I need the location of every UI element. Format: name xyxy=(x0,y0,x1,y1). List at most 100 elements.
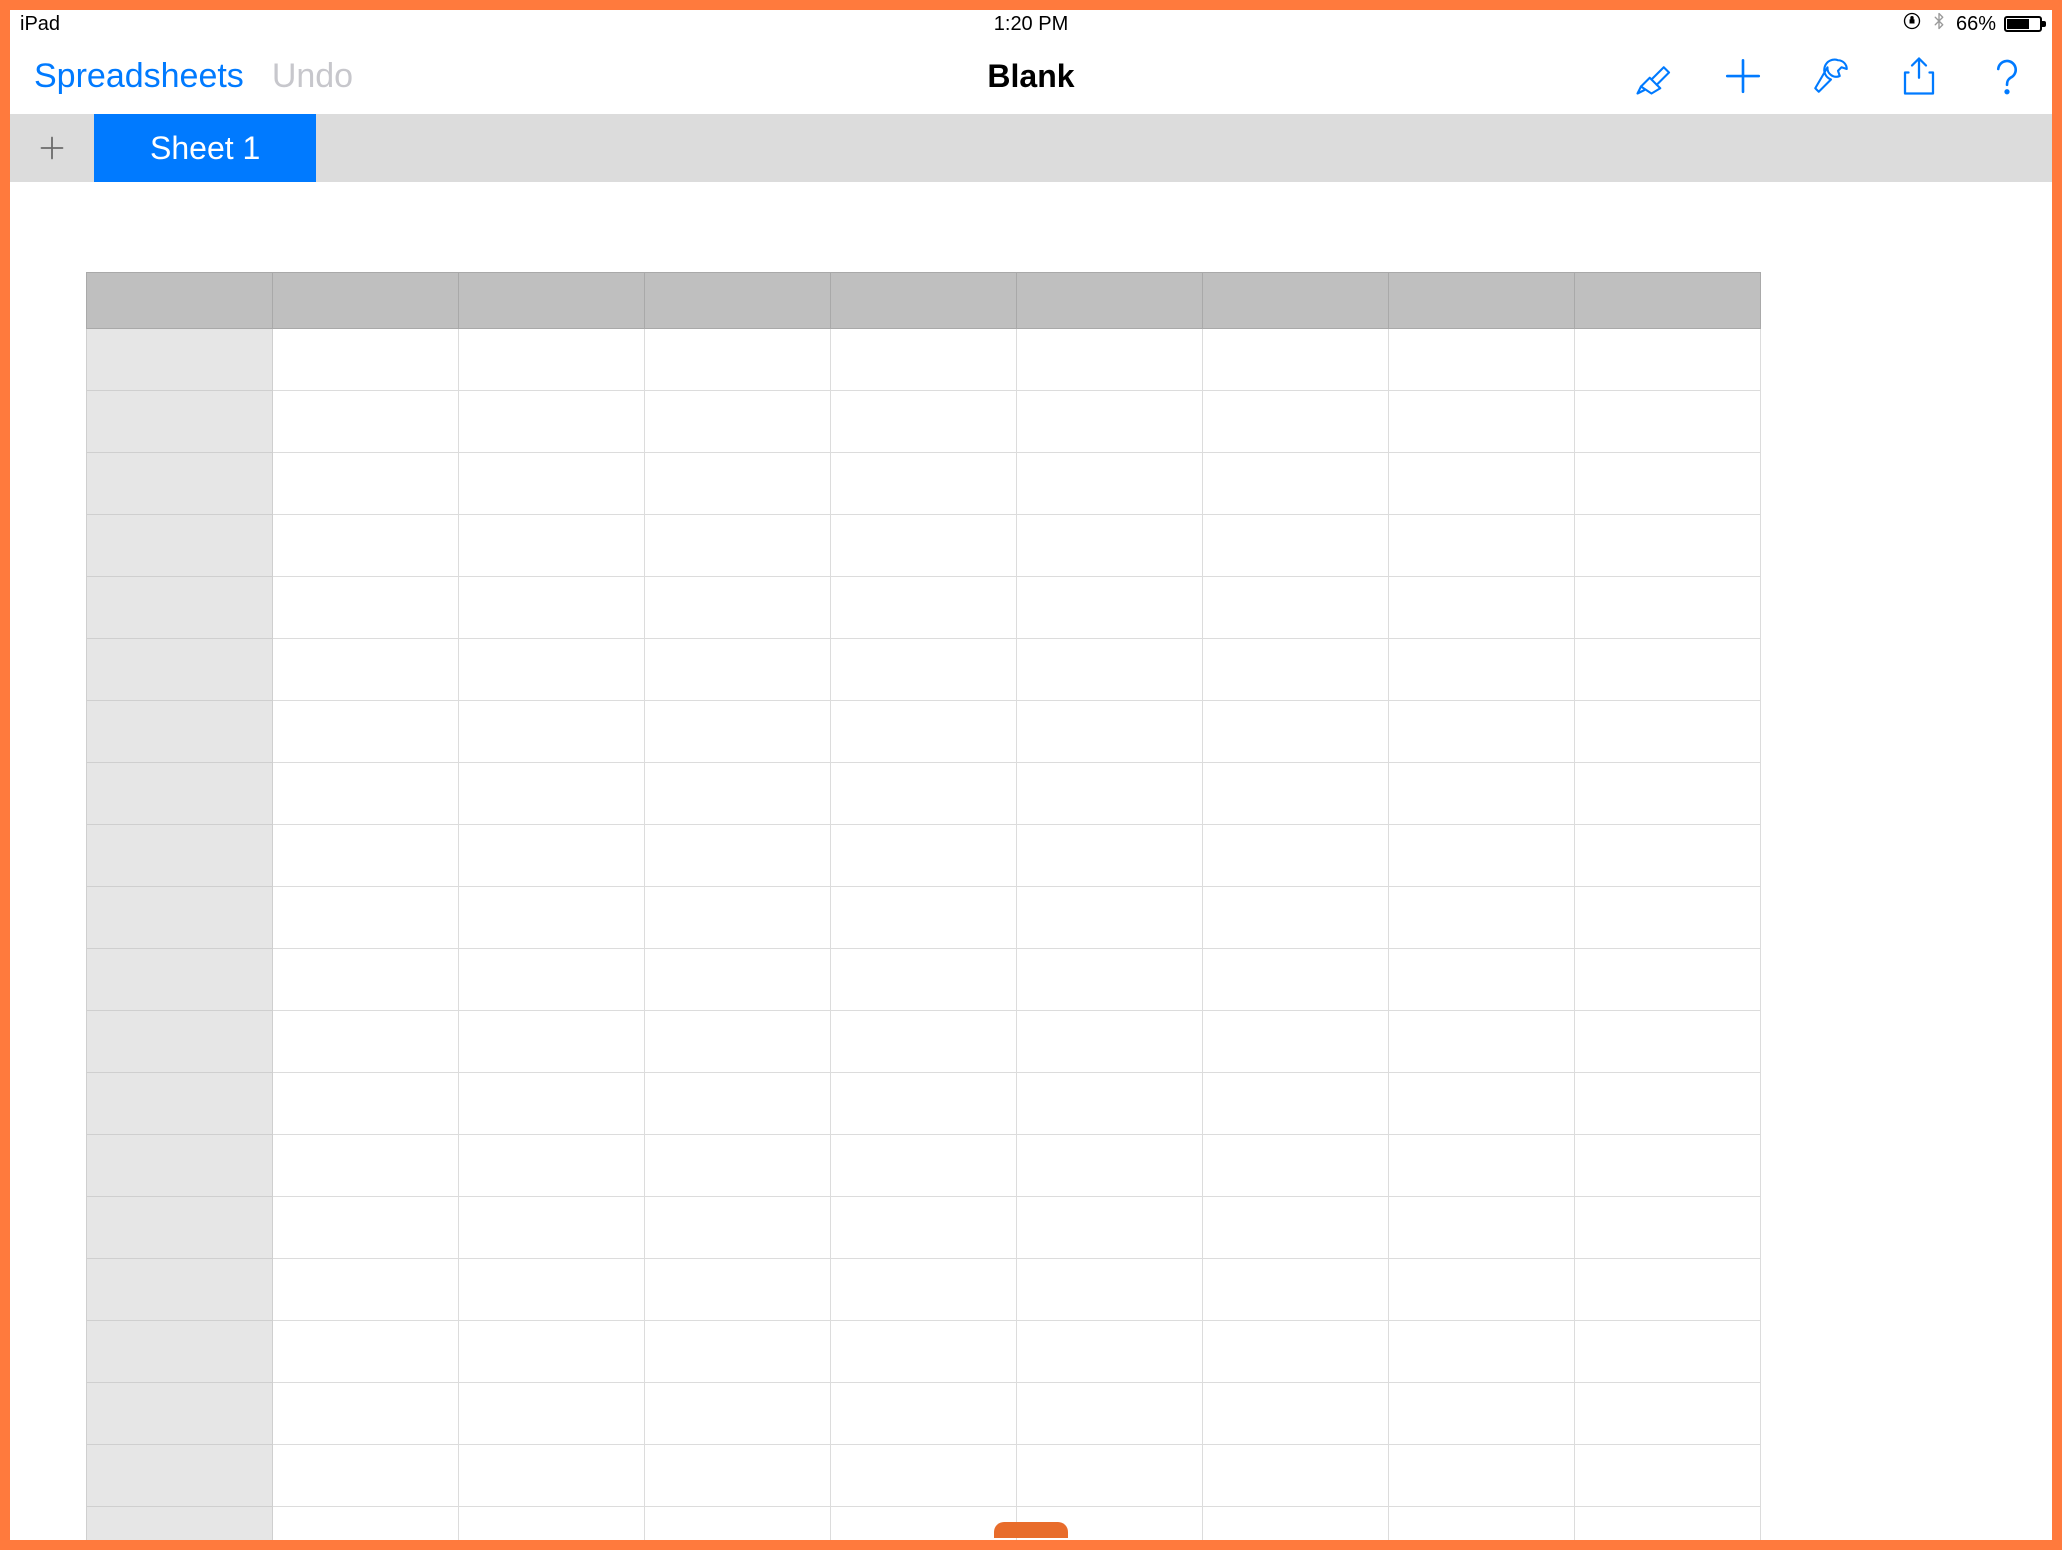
cell[interactable] xyxy=(645,515,831,577)
cell[interactable] xyxy=(1203,887,1389,949)
cell[interactable] xyxy=(1575,701,1761,763)
cell[interactable] xyxy=(1575,329,1761,391)
cell[interactable] xyxy=(459,825,645,887)
cell[interactable] xyxy=(273,949,459,1011)
column-header[interactable] xyxy=(645,273,831,329)
cell[interactable] xyxy=(1575,1507,1761,1550)
plus-icon[interactable] xyxy=(1722,55,1764,97)
cell[interactable] xyxy=(273,825,459,887)
cell[interactable] xyxy=(645,1259,831,1321)
cell[interactable] xyxy=(645,1197,831,1259)
grid-corner[interactable] xyxy=(87,273,273,329)
cell[interactable] xyxy=(1017,701,1203,763)
row-header[interactable] xyxy=(87,577,273,639)
cell[interactable] xyxy=(459,639,645,701)
cell[interactable] xyxy=(1017,1445,1203,1507)
cell[interactable] xyxy=(1017,639,1203,701)
cell[interactable] xyxy=(459,763,645,825)
cell[interactable] xyxy=(831,1135,1017,1197)
cell[interactable] xyxy=(645,1321,831,1383)
cell[interactable] xyxy=(1017,1259,1203,1321)
row-header[interactable] xyxy=(87,1507,273,1550)
cell[interactable] xyxy=(1203,577,1389,639)
cell[interactable] xyxy=(273,577,459,639)
column-header[interactable] xyxy=(273,273,459,329)
cell[interactable] xyxy=(1389,639,1575,701)
cell[interactable] xyxy=(1017,1383,1203,1445)
document-title[interactable]: Blank xyxy=(987,58,1074,95)
cell[interactable] xyxy=(831,1259,1017,1321)
undo-button[interactable]: Undo xyxy=(272,57,353,96)
cell[interactable] xyxy=(1389,825,1575,887)
cell[interactable] xyxy=(645,825,831,887)
cell[interactable] xyxy=(459,1383,645,1445)
cell[interactable] xyxy=(645,763,831,825)
cell[interactable] xyxy=(645,1135,831,1197)
spreadsheet-grid[interactable] xyxy=(86,272,1761,1550)
cell[interactable] xyxy=(1389,453,1575,515)
cell[interactable] xyxy=(1575,887,1761,949)
resize-handle[interactable] xyxy=(994,1522,1068,1538)
sheet-tab-active[interactable]: Sheet 1 xyxy=(94,114,316,182)
cell[interactable] xyxy=(831,1507,1017,1550)
row-header[interactable] xyxy=(87,391,273,453)
cell[interactable] xyxy=(645,391,831,453)
cell[interactable] xyxy=(1203,391,1389,453)
spreadsheet-area[interactable] xyxy=(10,182,2052,1550)
cell[interactable] xyxy=(1017,577,1203,639)
add-sheet-button[interactable] xyxy=(10,114,94,182)
cell[interactable] xyxy=(1575,453,1761,515)
cell[interactable] xyxy=(1203,515,1389,577)
cell[interactable] xyxy=(645,577,831,639)
cell[interactable] xyxy=(1203,1445,1389,1507)
cell[interactable] xyxy=(273,453,459,515)
cell[interactable] xyxy=(1389,1259,1575,1321)
cell[interactable] xyxy=(831,1011,1017,1073)
cell[interactable] xyxy=(1017,1197,1203,1259)
cell[interactable] xyxy=(1203,1197,1389,1259)
cell[interactable] xyxy=(459,1073,645,1135)
row-header[interactable] xyxy=(87,1321,273,1383)
cell[interactable] xyxy=(459,453,645,515)
cell[interactable] xyxy=(1575,1011,1761,1073)
cell[interactable] xyxy=(1203,639,1389,701)
row-header[interactable] xyxy=(87,1011,273,1073)
cell[interactable] xyxy=(1203,1135,1389,1197)
row-header[interactable] xyxy=(87,701,273,763)
cell[interactable] xyxy=(645,1073,831,1135)
cell[interactable] xyxy=(1389,329,1575,391)
cell[interactable] xyxy=(831,515,1017,577)
cell[interactable] xyxy=(831,639,1017,701)
column-header[interactable] xyxy=(831,273,1017,329)
back-to-spreadsheets-button[interactable]: Spreadsheets xyxy=(34,57,244,96)
column-header[interactable] xyxy=(1575,273,1761,329)
cell[interactable] xyxy=(1389,1135,1575,1197)
cell[interactable] xyxy=(1017,453,1203,515)
cell[interactable] xyxy=(1575,1383,1761,1445)
cell[interactable] xyxy=(1575,763,1761,825)
cell[interactable] xyxy=(831,701,1017,763)
cell[interactable] xyxy=(1389,577,1575,639)
cell[interactable] xyxy=(1203,1383,1389,1445)
cell[interactable] xyxy=(831,577,1017,639)
cell[interactable] xyxy=(1203,763,1389,825)
cell[interactable] xyxy=(1575,949,1761,1011)
column-header[interactable] xyxy=(1203,273,1389,329)
cell[interactable] xyxy=(459,515,645,577)
cell[interactable] xyxy=(459,1445,645,1507)
cell[interactable] xyxy=(273,701,459,763)
cell[interactable] xyxy=(1203,453,1389,515)
cell[interactable] xyxy=(459,1011,645,1073)
cell[interactable] xyxy=(1389,1011,1575,1073)
cell[interactable] xyxy=(645,701,831,763)
cell[interactable] xyxy=(459,949,645,1011)
cell[interactable] xyxy=(1389,949,1575,1011)
cell[interactable] xyxy=(459,887,645,949)
row-header[interactable] xyxy=(87,639,273,701)
cell[interactable] xyxy=(831,1445,1017,1507)
cell[interactable] xyxy=(459,1321,645,1383)
cell[interactable] xyxy=(273,329,459,391)
cell[interactable] xyxy=(1203,1507,1389,1550)
cell[interactable] xyxy=(459,1197,645,1259)
cell[interactable] xyxy=(831,763,1017,825)
